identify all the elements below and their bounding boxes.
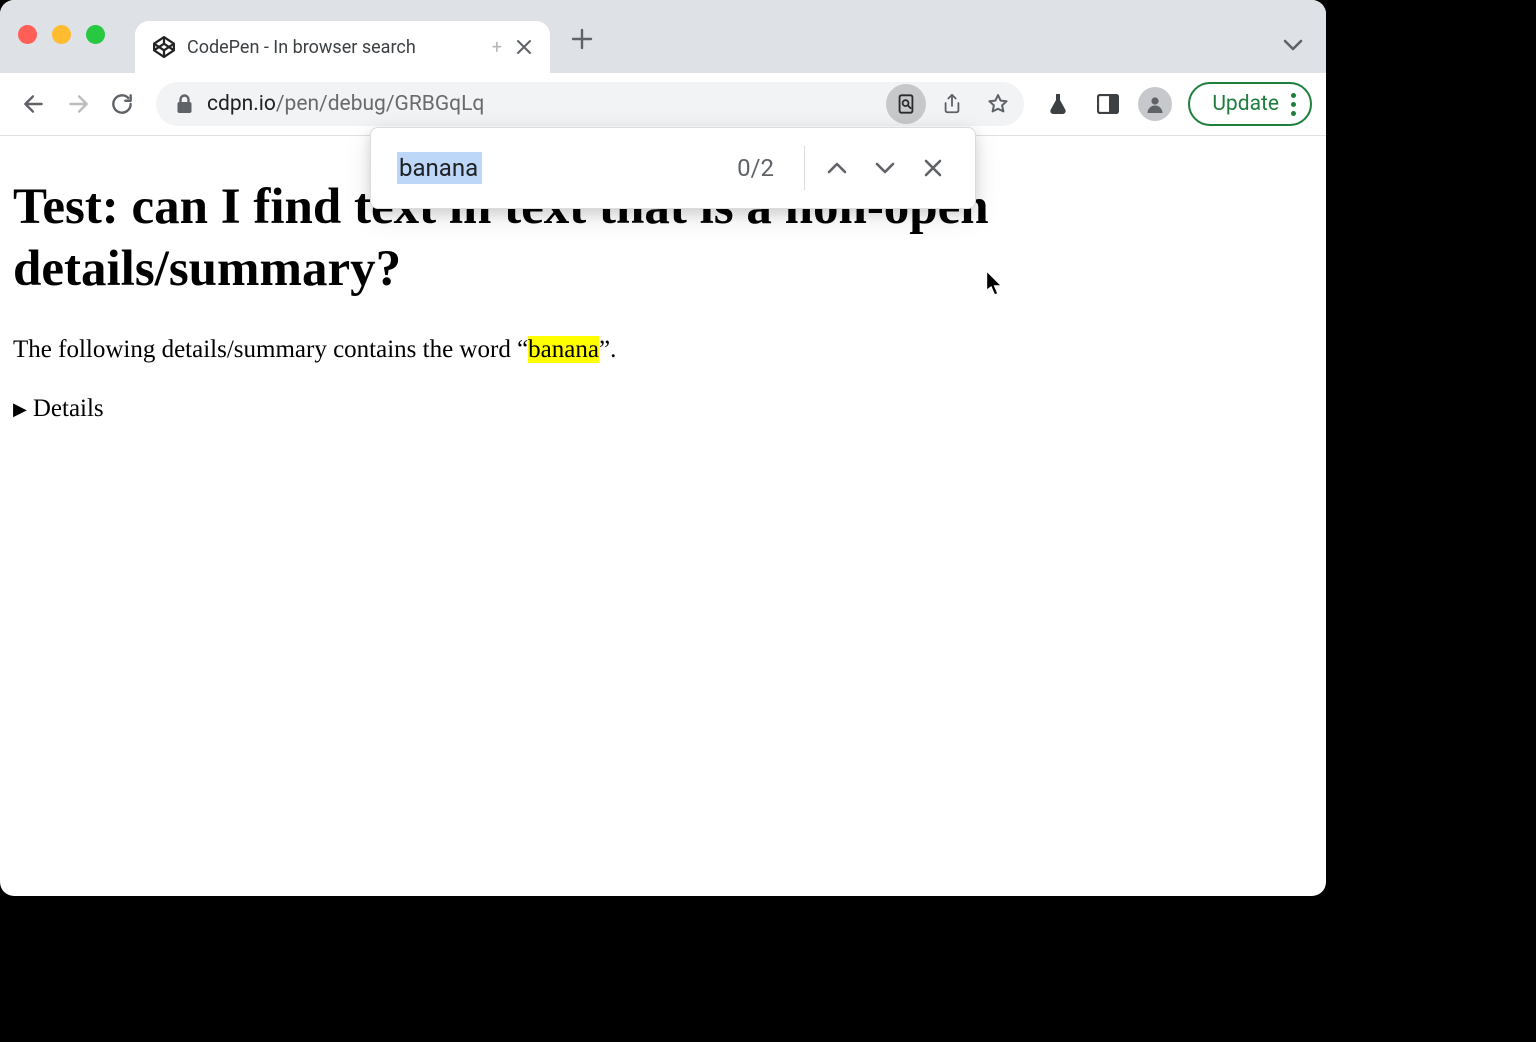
tab-title: CodePen - In browser search: [187, 37, 484, 58]
url-domain: cdpn.io: [207, 92, 276, 116]
tab-strip: CodePen - In browser search +: [0, 0, 1326, 73]
details-summary-label: Details: [33, 395, 104, 423]
find-input[interactable]: banana: [397, 152, 482, 184]
disclosure-triangle-icon: ▶: [13, 399, 27, 420]
lock-icon: [176, 94, 193, 114]
bookmark-star-icon[interactable]: [978, 84, 1018, 124]
address-bar[interactable]: cdpn.io/pen/debug/GRBGqLq: [156, 82, 1024, 126]
back-button[interactable]: [14, 84, 54, 124]
find-previous-button[interactable]: [813, 144, 861, 192]
side-panel-icon[interactable]: [1088, 84, 1128, 124]
window-fullscreen-button[interactable]: [86, 25, 105, 44]
toolbar-actions: Update: [1038, 82, 1312, 126]
update-button[interactable]: Update: [1188, 82, 1312, 126]
url-path: /pen/debug/GRBGqLq: [276, 92, 484, 116]
forward-button[interactable]: [58, 84, 98, 124]
find-match-count: 0/2: [737, 154, 796, 182]
window-controls: [18, 25, 105, 44]
url-text: cdpn.io/pen/debug/GRBGqLq: [207, 92, 484, 116]
tab-media-indicator: +: [492, 37, 502, 58]
window-minimize-button[interactable]: [52, 25, 71, 44]
window-close-button[interactable]: [18, 25, 37, 44]
codepen-favicon-icon: [153, 36, 175, 58]
find-separator: [804, 146, 805, 190]
labs-icon[interactable]: [1038, 84, 1078, 124]
details-summary[interactable]: ▶ Details: [13, 395, 1313, 423]
tab-close-button[interactable]: [514, 37, 534, 57]
more-dots-icon: [1291, 93, 1296, 116]
find-in-page-bar: banana 0/2: [370, 127, 976, 209]
tab-list-dropdown-icon[interactable]: [1282, 34, 1304, 60]
search-highlight: banana: [528, 336, 599, 363]
reload-button[interactable]: [102, 84, 142, 124]
browser-window: CodePen - In browser search +: [0, 0, 1326, 896]
find-in-page-indicator-icon[interactable]: [886, 84, 926, 124]
para-suffix: ”.: [599, 336, 616, 363]
new-tab-button[interactable]: [564, 21, 600, 57]
find-close-button[interactable]: [909, 144, 957, 192]
share-icon[interactable]: [932, 84, 972, 124]
find-next-button[interactable]: [861, 144, 909, 192]
browser-tab[interactable]: CodePen - In browser search +: [135, 21, 550, 73]
profile-button[interactable]: [1138, 87, 1172, 121]
para-prefix: The following details/summary contains t…: [13, 336, 528, 363]
intro-paragraph: The following details/summary contains t…: [13, 332, 1313, 367]
update-label: Update: [1212, 92, 1279, 116]
